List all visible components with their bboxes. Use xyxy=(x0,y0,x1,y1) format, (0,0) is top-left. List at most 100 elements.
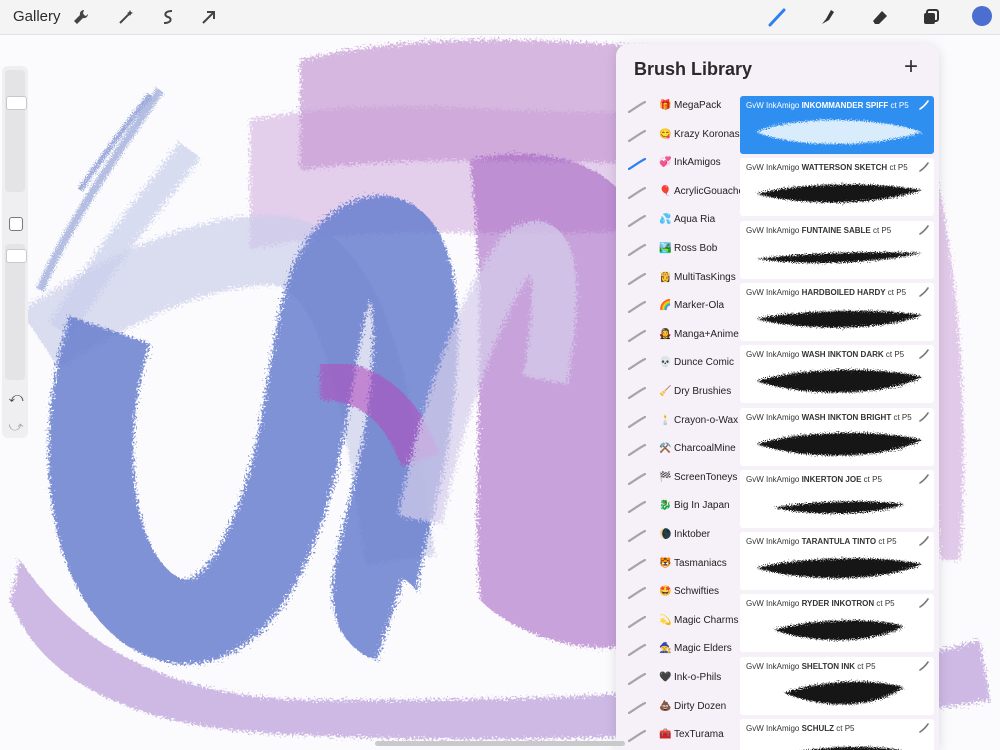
magic-wand-icon[interactable] xyxy=(116,7,136,27)
brush-name: GvW InkAmigo TARANTULA TINTO ct P5 xyxy=(746,537,897,546)
wrench-icon[interactable] xyxy=(71,7,91,27)
brush-set-item[interactable]: 🧹 Dry Brushies xyxy=(616,381,740,409)
brush-edit-icon[interactable] xyxy=(919,473,929,484)
brush-edit-icon[interactable] xyxy=(919,411,929,422)
opacity-slider[interactable] xyxy=(5,244,27,380)
set-label: Schwifties xyxy=(674,586,720,598)
brush-set-item[interactable]: 🐯 Tasmaniacs xyxy=(616,553,740,581)
brush-edit-icon[interactable] xyxy=(919,287,929,297)
brush-set-item[interactable]: 🧙 Magic Elders xyxy=(616,638,740,666)
brush-stroke-preview xyxy=(774,620,904,641)
brush-set-item[interactable]: 🐉 Big In Japan xyxy=(616,495,740,523)
smudge-tool-icon[interactable] xyxy=(817,7,837,27)
brush-stroke-icon xyxy=(628,158,646,171)
brush-set-item[interactable]: 🌈 Marker-Ola xyxy=(616,295,740,323)
undo-icon[interactable]: ⤺ xyxy=(8,389,24,405)
brush-title: WATTERSON SKETCH xyxy=(801,163,888,173)
modify-button[interactable] xyxy=(9,217,23,231)
brush-stroke-preview xyxy=(774,501,904,514)
brush-tool-icon[interactable] xyxy=(767,7,787,27)
brush-edit-icon[interactable] xyxy=(919,100,929,110)
brush-stroke-icon xyxy=(628,587,646,600)
set-label: Magic Charms xyxy=(674,614,739,626)
brush-set-list: 🎁 MegaPack 😋 Krazy Koronas 💞 InkAmigos 🎈 Acryli… xyxy=(616,95,744,750)
brush-name: GvW InkAmigo INKERTON JOE ct P5 xyxy=(746,475,882,484)
brush-size-slider[interactable] xyxy=(5,70,27,192)
brush-set-item[interactable]: 💫 Magic Charms xyxy=(616,610,740,638)
brush-title: WASH INKTON BRIGHT xyxy=(801,412,892,422)
brush-stroke-icon xyxy=(628,101,646,113)
brush-library-panel: Brush Library + 🎁 MegaPack 😋 Krazy Koronas 💞… xyxy=(616,44,939,750)
brush-name: GvW InkAmigo WATTERSON SKETCH ct P5 xyxy=(746,163,908,172)
brush-prefix: GvW InkAmigo xyxy=(746,661,802,671)
layers-icon[interactable] xyxy=(921,7,941,27)
brush-set-item[interactable]: 💞 InkAmigos xyxy=(616,152,740,180)
gallery-button[interactable]: Gallery xyxy=(13,8,61,25)
eraser-tool-icon[interactable] xyxy=(870,7,890,27)
brush-item[interactable]: GvW InkAmigo INKOMMANDER SPIFF ct P5 xyxy=(740,96,934,154)
brush-suffix: ct P5 xyxy=(876,537,897,547)
brush-stroke-preview xyxy=(756,370,922,393)
brush-set-item[interactable]: 💀 Dunce Comic xyxy=(616,352,740,380)
brush-edit-icon[interactable] xyxy=(919,224,929,235)
brush-stroke-preview xyxy=(756,184,922,203)
brush-stroke-icon xyxy=(628,129,646,142)
brush-set-item[interactable]: 🎈 AcrylicGouache xyxy=(616,181,744,209)
brush-item[interactable]: GvW InkAmigo HARDBOILED HARDY ct P5 xyxy=(740,282,934,341)
brush-edit-icon[interactable] xyxy=(919,536,929,546)
brush-item[interactable]: GvW InkAmigo TARANTULA TINTO ct P5 xyxy=(740,532,934,591)
add-brush-set-button[interactable]: + xyxy=(900,55,922,79)
brush-suffix: ct P5 xyxy=(891,412,912,422)
brush-item[interactable]: GvW InkAmigo INKERTON JOE ct P5 xyxy=(740,469,934,528)
selection-s-icon[interactable] xyxy=(158,7,178,27)
brush-stroke-icon xyxy=(628,501,646,514)
brush-size-thumb[interactable] xyxy=(6,96,27,111)
brush-edit-icon[interactable] xyxy=(919,660,929,671)
brush-item[interactable]: GvW InkAmigo WASH INKTON DARK ct P5 xyxy=(740,345,934,404)
brush-edit-icon[interactable] xyxy=(919,598,929,609)
brush-set-item[interactable]: 🏞️ Ross Bob xyxy=(616,238,740,266)
color-picker-button[interactable] xyxy=(972,6,992,26)
arrow-transform-icon[interactable] xyxy=(199,7,219,27)
brush-set-item[interactable]: 🧛‍♀️ Manga+Anime xyxy=(616,324,740,352)
brush-set-item[interactable]: 🧰 TexTurama xyxy=(616,724,740,750)
brush-item[interactable]: GvW InkAmigo WASH INKTON BRIGHT ct P5 xyxy=(740,407,934,466)
set-emoji-icon: 🤩 xyxy=(659,586,672,598)
brush-edit-icon[interactable] xyxy=(919,723,929,733)
opacity-thumb[interactable] xyxy=(6,248,27,263)
brush-suffix: ct P5 xyxy=(874,599,895,609)
brush-set-item[interactable]: 🏁 ScreenToneys xyxy=(616,467,740,495)
set-emoji-icon: 🏞️ xyxy=(659,243,672,254)
brush-stroke-icon xyxy=(628,186,646,199)
brush-set-item[interactable]: 💦 Aqua Ria xyxy=(616,209,740,237)
brush-set-item[interactable]: 🌘 Inktober xyxy=(616,524,740,552)
brush-set-item[interactable]: 😋 Krazy Koronas xyxy=(616,124,740,152)
brush-set-item[interactable]: 🤩 Schwifties xyxy=(616,581,740,609)
brush-stroke-preview xyxy=(756,432,922,456)
brush-stroke-icon xyxy=(628,530,646,542)
set-emoji-icon: 🧙 xyxy=(659,643,672,655)
brush-item[interactable]: GvW InkAmigo FUNTAINE SABLE ct P5 xyxy=(740,220,934,279)
brush-set-item[interactable]: 🎁 MegaPack xyxy=(616,95,740,123)
brush-set-item[interactable]: 💩 Dirty Dozen xyxy=(616,696,740,724)
brush-item[interactable]: GvW InkAmigo RYDER INKOTRON ct P5 xyxy=(740,594,934,653)
brush-set-item[interactable]: ⚒️ CharcoalMine xyxy=(616,438,740,466)
brush-item[interactable]: GvW InkAmigo SCHULZ ct P5 xyxy=(740,719,934,750)
brush-edit-icon[interactable] xyxy=(919,349,929,359)
set-label: Crayon-o-Wax xyxy=(674,414,739,426)
brush-item[interactable]: GvW InkAmigo SHELTON INK ct P5 xyxy=(740,656,934,715)
brush-edit-icon[interactable] xyxy=(919,162,929,173)
brush-set-item[interactable]: 🕯️ Crayon-o-Wax xyxy=(616,410,740,438)
set-emoji-icon: 💩 xyxy=(659,700,672,712)
brush-item[interactable]: GvW InkAmigo WATTERSON SKETCH ct P5 xyxy=(740,158,934,217)
set-label: Aqua Ria xyxy=(674,214,716,226)
brush-set-item[interactable]: 👸 MultiTasKings xyxy=(616,267,740,295)
brush-prefix: GvW InkAmigo xyxy=(746,225,802,235)
brush-suffix: ct P5 xyxy=(887,163,908,173)
panel-title: Brush Library xyxy=(634,59,753,79)
set-emoji-icon: 🕯️ xyxy=(659,414,672,426)
set-emoji-icon: 💦 xyxy=(659,214,672,226)
set-label: Tasmaniacs xyxy=(674,557,727,569)
brush-set-item[interactable]: 🖤 Ink-o-Phils xyxy=(616,667,740,695)
redo-icon[interactable]: ⤻ xyxy=(8,418,24,434)
